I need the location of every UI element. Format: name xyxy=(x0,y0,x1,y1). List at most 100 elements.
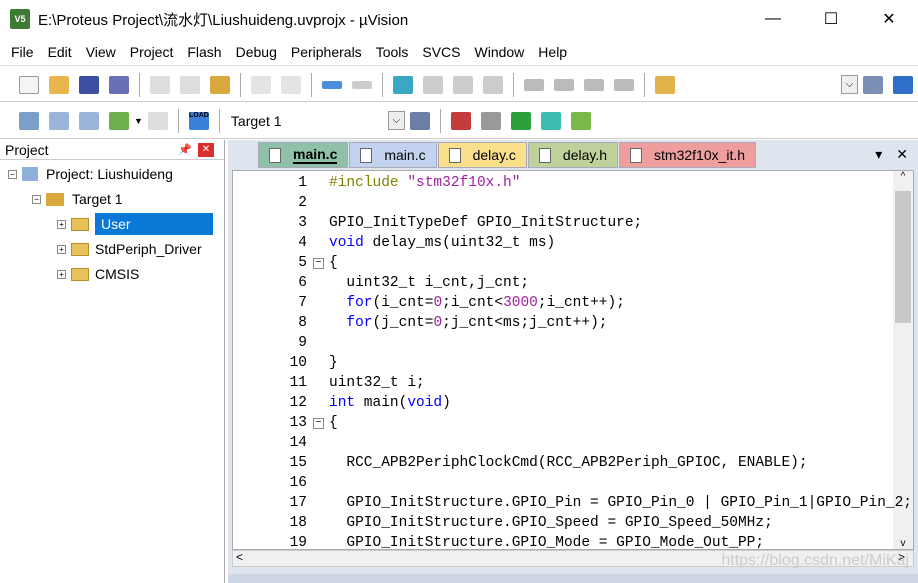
manage-project-icon[interactable] xyxy=(450,111,471,130)
code-text: int main(void) xyxy=(329,395,451,411)
tree-node-project[interactable]: − Project: Liushuideng xyxy=(8,162,173,186)
unindent-icon[interactable] xyxy=(554,78,574,91)
scroll-left-icon[interactable]: < xyxy=(236,550,243,564)
target-select[interactable]: Target 1 ⌵ xyxy=(225,109,405,133)
translate-icon[interactable] xyxy=(19,111,39,130)
tab-list-icon[interactable]: ▾ xyxy=(875,146,882,163)
code-line: 7 for(i_cnt=0;i_cnt<3000;i_cnt++); xyxy=(233,293,893,313)
menu-svcs[interactable]: SVCS xyxy=(415,44,467,60)
expand-icon[interactable]: + xyxy=(57,244,66,254)
navigate-forward-icon[interactable] xyxy=(352,80,372,89)
paste-icon[interactable] xyxy=(210,75,230,94)
close-panel-icon[interactable]: ✕ xyxy=(198,142,214,157)
tab-label: delay.h xyxy=(562,147,608,163)
fold-toggle-icon[interactable]: − xyxy=(313,418,324,429)
separator xyxy=(311,72,312,97)
cut-icon[interactable] xyxy=(150,75,170,94)
maximize-button[interactable]: ☐ xyxy=(802,0,860,38)
load-download-icon[interactable]: LOAD xyxy=(188,111,209,130)
scroll-thumb[interactable] xyxy=(895,191,911,323)
tab-delay-c[interactable]: delay.c xyxy=(437,142,527,168)
menu-window[interactable]: Window xyxy=(468,44,532,60)
menu-help[interactable]: Help xyxy=(531,44,574,60)
run-time-env-icon[interactable] xyxy=(540,111,561,130)
collapse-icon[interactable]: − xyxy=(32,194,41,204)
redo-icon[interactable] xyxy=(281,75,301,94)
pin-icon[interactable]: 📌 xyxy=(178,143,192,156)
tab-main-c[interactable]: main.c xyxy=(349,142,437,168)
next-bookmark-icon[interactable] xyxy=(453,75,473,94)
target-options-icon[interactable] xyxy=(409,111,430,130)
tree-node-group-stdperiph[interactable]: + StdPeriph_Driver xyxy=(57,237,202,261)
window-options-icon[interactable] xyxy=(893,75,913,94)
menu-tools[interactable]: Tools xyxy=(369,44,416,60)
tree-node-target[interactable]: − Target 1 xyxy=(32,187,123,211)
line-number: 14 xyxy=(289,435,307,451)
expand-icon[interactable]: + xyxy=(57,219,66,229)
line-number: 1 xyxy=(298,175,307,191)
tab-delay-h[interactable]: delay.h xyxy=(527,142,619,168)
separator xyxy=(439,108,441,133)
collapse-icon[interactable]: − xyxy=(8,169,17,179)
scroll-up-icon[interactable]: ^ xyxy=(893,171,913,182)
line-number: 13 xyxy=(289,415,307,431)
copy-icon[interactable] xyxy=(180,75,200,94)
batch-dropdown-icon[interactable]: ▼ xyxy=(134,116,143,126)
menu-project[interactable]: Project xyxy=(123,44,181,60)
separator xyxy=(177,108,179,133)
code-line: 10} xyxy=(233,353,893,373)
chevron-down-icon[interactable]: ⌵ xyxy=(387,111,405,130)
line-number: 17 xyxy=(289,495,307,511)
fold-toggle-icon[interactable]: − xyxy=(313,258,324,269)
tab-main-c[interactable]: main.c xyxy=(258,142,349,168)
manage-packs-icon[interactable] xyxy=(480,111,501,130)
undo-icon[interactable] xyxy=(251,75,271,94)
build-icon[interactable] xyxy=(49,111,69,130)
save-icon[interactable] xyxy=(79,75,99,94)
menu-edit[interactable]: Edit xyxy=(41,44,79,60)
separator xyxy=(382,72,383,97)
stop-build-icon[interactable] xyxy=(147,111,168,130)
menu-flash[interactable]: Flash xyxy=(180,44,228,60)
tree-node-label: StdPeriph_Driver xyxy=(95,241,202,257)
rebuild-icon[interactable] xyxy=(79,111,99,130)
tab-stm32f10x_it-h[interactable]: stm32f10x_it.h xyxy=(619,142,757,168)
horizontal-scrollbar[interactable]: < > https://blog.csdn.net/MiKaj xyxy=(232,550,914,569)
code-text: for(i_cnt=0;i_cnt<3000;i_cnt++); xyxy=(346,295,625,311)
line-number: 9 xyxy=(298,335,307,351)
uncomment-icon[interactable] xyxy=(614,78,634,91)
tree-node-group-cmsis[interactable]: + CMSIS xyxy=(57,262,139,286)
new-file-icon[interactable] xyxy=(19,75,39,94)
project-panel-header: Project 📌 ✕ xyxy=(0,140,224,160)
open-file-icon[interactable] xyxy=(49,75,69,94)
close-button[interactable]: ✕ xyxy=(860,0,918,38)
menu-view[interactable]: View xyxy=(79,44,123,60)
expand-icon[interactable]: + xyxy=(57,269,66,279)
pack-installer-icon[interactable] xyxy=(570,111,591,130)
batch-build-icon[interactable] xyxy=(109,111,129,130)
tree-node-group-user[interactable]: + User xyxy=(57,212,213,236)
prev-bookmark-icon[interactable] xyxy=(423,75,443,94)
select-packs-icon[interactable] xyxy=(510,111,531,130)
configure-icon[interactable] xyxy=(863,75,883,94)
clear-bookmarks-icon[interactable] xyxy=(483,75,503,94)
bookmark-icon[interactable] xyxy=(393,75,413,94)
find-dropdown[interactable]: ⌵ xyxy=(841,75,858,94)
menu-debug[interactable]: Debug xyxy=(229,44,284,60)
code-line: 14 xyxy=(233,433,893,453)
menu-peripherals[interactable]: Peripherals xyxy=(284,44,369,60)
line-number: 5 xyxy=(298,255,307,271)
find-in-files-icon[interactable] xyxy=(655,75,675,94)
menu-file[interactable]: File xyxy=(4,44,41,60)
minimize-button[interactable]: — xyxy=(744,0,802,38)
scroll-down-icon[interactable]: v xyxy=(893,538,913,549)
save-all-icon[interactable] xyxy=(109,75,129,94)
folder-icon xyxy=(71,217,89,231)
code-editor[interactable]: ^ v 1 #include "stm32f10x.h" 2 3 GPIO_InitTy… xyxy=(232,170,914,550)
indent-icon[interactable] xyxy=(524,78,544,91)
code-line: 8 for(j_cnt=0;j_cnt<ms;j_cnt++); xyxy=(233,313,893,333)
navigate-back-icon[interactable] xyxy=(322,80,342,89)
comment-icon[interactable] xyxy=(584,78,604,91)
close-tab-icon[interactable]: ✕ xyxy=(896,146,908,163)
line-number: 6 xyxy=(298,275,307,291)
